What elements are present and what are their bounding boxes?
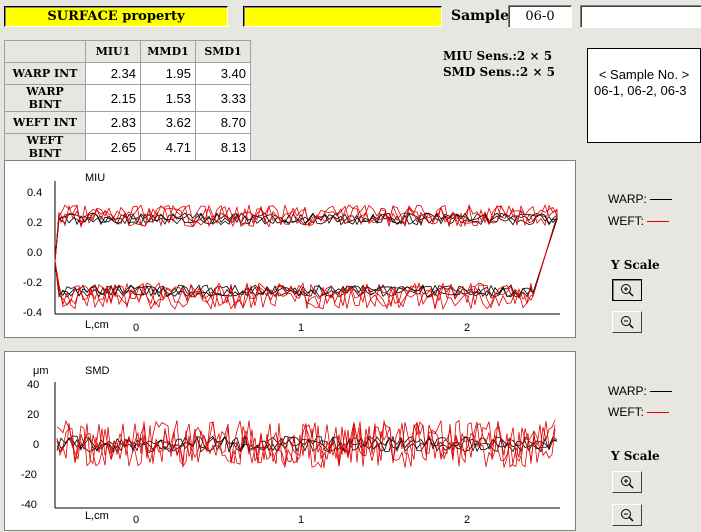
y-tick-label: 0.4 (27, 187, 42, 199)
legend-swatch (650, 199, 673, 201)
cell: 3.62 (140, 111, 196, 134)
smd-zoom-in-button[interactable] (612, 471, 642, 493)
x-tick-label: 0 (133, 322, 139, 334)
miu-zoom-in-button[interactable] (612, 279, 642, 301)
legend-label: WARP: (608, 384, 647, 398)
x-tick-label: 0 (133, 514, 139, 526)
sample-note: < Sample No. > 06-1, 06-2, 06-3 (587, 48, 701, 143)
smd-sensitivity: SMD Sens.:2 × 5 (443, 65, 556, 79)
y-tick-label: -20 (21, 469, 37, 481)
x-tick-label: 2 (464, 514, 470, 526)
x-tick-label: 1 (298, 514, 304, 526)
y-tick-label: -0.2 (23, 277, 42, 289)
legend-label: WEFT: (608, 214, 644, 228)
miu-legend-warp: WARP: (608, 192, 673, 206)
x-tick-label: 2 (464, 322, 470, 334)
legend-swatch (650, 391, 673, 393)
cell: 8.13 (195, 133, 251, 161)
miu-chart-label: MIU (85, 172, 105, 184)
x-tick-label: 1 (298, 322, 304, 334)
y-tick-label: 20 (27, 409, 39, 421)
sample-label: Sample (451, 8, 510, 24)
legend-swatch (647, 221, 670, 223)
smd-yscale-label: Y Scale (611, 449, 660, 463)
cell: 1.95 (140, 62, 196, 85)
x-unit-label: L,cm (85, 319, 109, 331)
miu-sensitivity: MIU Sens.:2 × 5 (443, 49, 553, 63)
smd-legend-weft: WEFT: (608, 405, 670, 419)
note-line: 06-1, 06-2, 06-3 (594, 83, 687, 98)
col-header: MMD1 (140, 40, 196, 63)
table-row: WEFT INT 2.83 3.62 8.70 (4, 111, 251, 134)
smd-chart: μm SMD 40 20 0 -20 -40 0 1 2 L,cm (21, 365, 560, 526)
status-field (243, 6, 442, 27)
col-header: SMD1 (195, 40, 251, 63)
y-tick-label: 0.0 (27, 247, 42, 259)
y-tick-label: 0 (33, 439, 39, 451)
cell: 8.70 (195, 111, 251, 134)
zoom-in-icon (621, 476, 634, 489)
results-table: MIU1 MMD1 SMD1 WARP INT 2.34 1.95 3.40 W… (4, 40, 251, 161)
miu-zoom-out-button[interactable] (612, 311, 642, 333)
row-header: WARP BINT (4, 84, 86, 112)
cell: 2.34 (85, 62, 141, 85)
smd-zoom-out-button[interactable] (612, 504, 642, 526)
zoom-in-icon (621, 284, 634, 297)
cell: 1.53 (140, 84, 196, 112)
table-row: WARP BINT 2.15 1.53 3.33 (4, 84, 251, 112)
y-unit-label: μm (33, 365, 49, 377)
smd-traces (56, 419, 558, 469)
miu-chart: MIU 0.4 0.2 0.0 -0.2 -0.4 0 1 2 L,cm (23, 172, 560, 334)
sample-input[interactable]: 06-0 (508, 5, 572, 28)
row-header: WARP INT (4, 62, 86, 85)
y-tick-label: 40 (27, 379, 39, 391)
zoom-out-icon (621, 509, 634, 522)
col-header: MIU1 (85, 40, 141, 63)
x-unit-label: L,cm (85, 510, 109, 522)
y-tick-label: -0.4 (23, 307, 42, 319)
table-row: WEFT BINT 2.65 4.71 8.13 (4, 133, 251, 161)
y-tick-label: 0.2 (27, 217, 42, 229)
miu-legend-weft: WEFT: (608, 214, 670, 228)
zoom-out-icon (621, 316, 634, 329)
smd-legend-warp: WARP: (608, 384, 673, 398)
miu-chart-panel: MIU 0.4 0.2 0.0 -0.2 -0.4 0 1 2 L,cm (4, 160, 576, 338)
table-row: WARP INT 2.34 1.95 3.40 (4, 62, 251, 85)
note-line: < Sample No. > (598, 67, 690, 82)
miu-traces (54, 203, 558, 311)
corner-cell (4, 40, 86, 63)
miu-yscale-label: Y Scale (611, 258, 660, 272)
legend-swatch (647, 412, 670, 414)
y-tick-label: -40 (21, 499, 37, 511)
smd-chart-panel: μm SMD 40 20 0 -20 -40 0 1 2 L,cm (4, 351, 576, 531)
title-bar: SURFACE property (4, 6, 228, 27)
legend-label: WEFT: (608, 405, 644, 419)
extra-input[interactable] (580, 5, 701, 28)
smd-chart-label: SMD (85, 365, 110, 377)
row-header: WEFT INT (4, 111, 86, 134)
cell: 4.71 (140, 133, 196, 161)
cell: 3.33 (195, 84, 251, 112)
cell: 2.65 (85, 133, 141, 161)
row-header: WEFT BINT (4, 133, 86, 161)
legend-label: WARP: (608, 192, 647, 206)
cell: 3.40 (195, 62, 251, 85)
cell: 2.15 (85, 84, 141, 112)
cell: 2.83 (85, 111, 141, 134)
